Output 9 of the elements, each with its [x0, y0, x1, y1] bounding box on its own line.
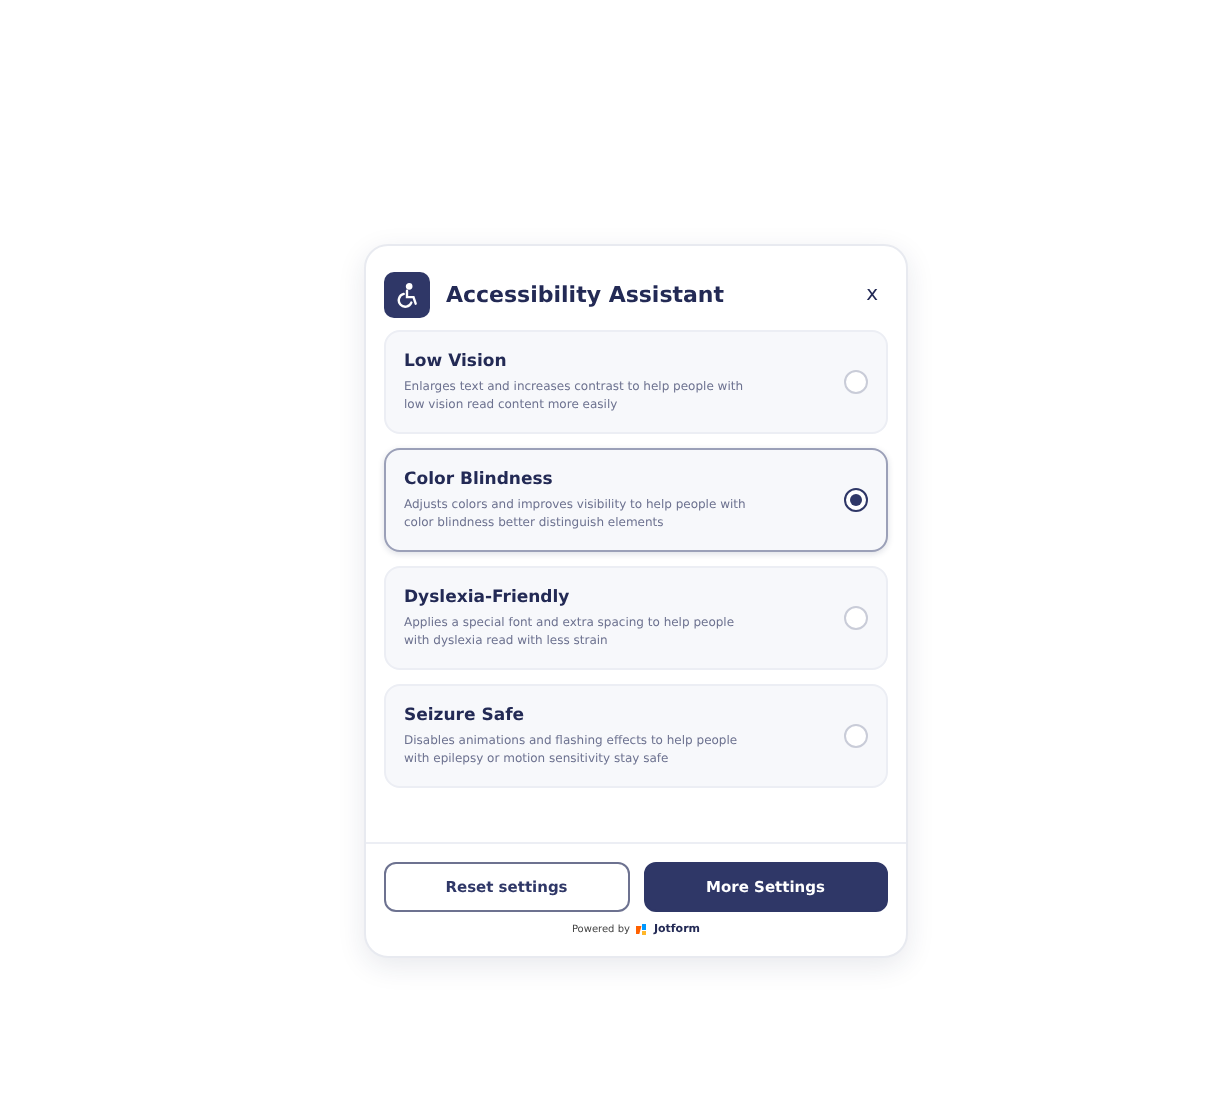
- accessibility-icon: [384, 272, 430, 318]
- radio-button[interactable]: [844, 488, 868, 512]
- dialog-title: Accessibility Assistant: [446, 282, 727, 308]
- option-title: Color Blindness: [404, 469, 555, 489]
- logo-icon: [635, 924, 648, 936]
- option-title: Seizure Safe: [404, 705, 527, 725]
- close-button[interactable]: x: [866, 284, 878, 306]
- option-title: Dyslexia-Friendly: [404, 587, 572, 607]
- option-title: Low Vision: [404, 351, 509, 371]
